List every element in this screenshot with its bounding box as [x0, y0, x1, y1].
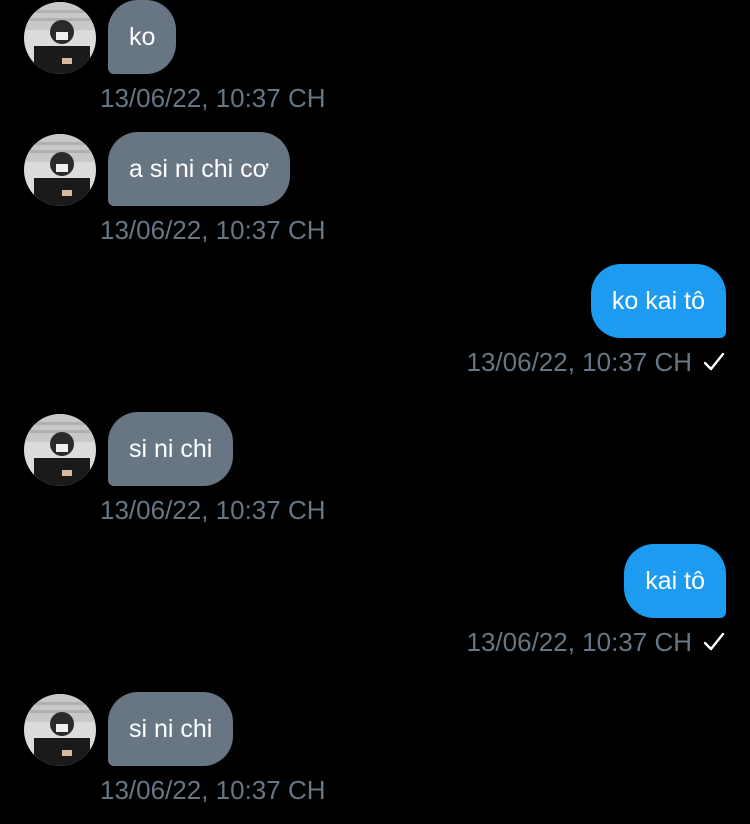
- avatar[interactable]: [24, 414, 96, 486]
- message-timestamp: 13/06/22, 10:37 CH: [100, 215, 326, 245]
- message-bubble[interactable]: ko: [108, 0, 177, 74]
- message-meta: 13/06/22, 10:37 CH: [467, 626, 727, 658]
- message-bubble[interactable]: kai tô: [624, 544, 726, 618]
- message-meta: 13/06/22, 10:37 CH: [467, 346, 727, 378]
- message-bubble[interactable]: a si ni chi cơ: [108, 132, 291, 206]
- check-icon: [703, 352, 725, 371]
- message-timestamp: 13/06/22, 10:37 CH: [100, 775, 326, 805]
- message-bubble[interactable]: si ni chi: [108, 412, 234, 486]
- avatar-image: [24, 414, 96, 486]
- message-bubble[interactable]: ko kai tô: [590, 264, 726, 338]
- check-icon: [703, 632, 725, 651]
- avatar[interactable]: [24, 134, 96, 206]
- message-timestamp: 13/06/22, 10:37 CH: [100, 495, 326, 525]
- message-timestamp: 13/06/22, 10:37 CH: [466, 627, 693, 657]
- avatar[interactable]: [24, 2, 96, 74]
- avatar-image: [24, 134, 96, 206]
- message-bubble[interactable]: si ni chi: [108, 692, 234, 766]
- avatar-image: [24, 694, 96, 766]
- avatar[interactable]: [24, 694, 96, 766]
- avatar-image: [24, 2, 96, 74]
- message-timestamp: 13/06/22, 10:37 CH: [466, 347, 693, 377]
- message-timestamp: 13/06/22, 10:37 CH: [100, 83, 326, 113]
